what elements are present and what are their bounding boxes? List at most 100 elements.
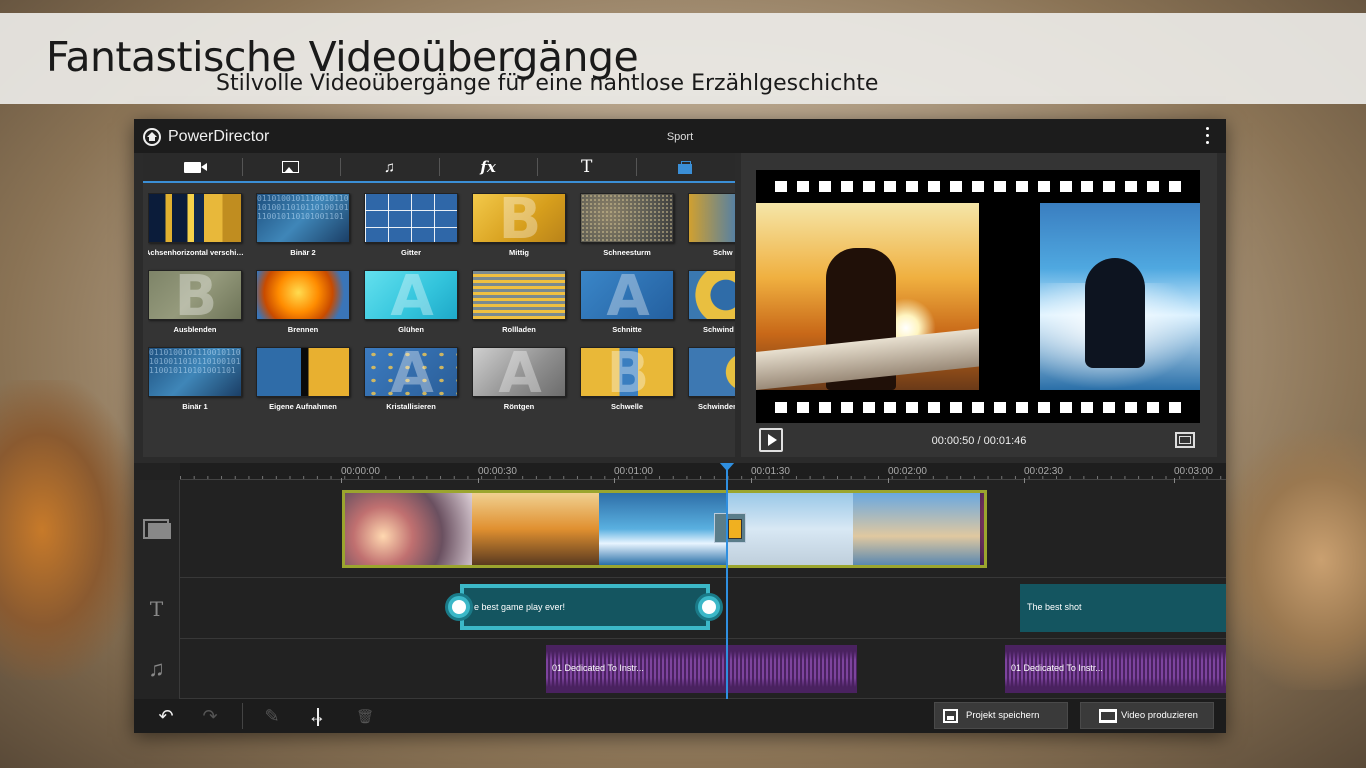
- transition-item[interactable]: 0110100101110010110101001101011010010111…: [256, 193, 352, 257]
- transition-item[interactable]: A Röntgen: [472, 347, 568, 411]
- title-bar: PowerDirector Sport: [134, 119, 1226, 153]
- image-track-icon: [142, 519, 171, 539]
- transition-thumbnail: [688, 347, 735, 397]
- tab-transitions[interactable]: [635, 153, 735, 181]
- fullscreen-icon[interactable]: [1175, 432, 1195, 448]
- transition-thumbnail: B: [472, 193, 566, 243]
- transition-item[interactable]: Schneesturm: [580, 193, 676, 257]
- save-project-label: Projekt speichern: [966, 710, 1040, 721]
- split-button[interactable]: [306, 705, 330, 727]
- transition-label: Schwind: [703, 325, 734, 334]
- transition-item[interactable]: Rollladen: [472, 270, 568, 334]
- text-icon: T: [581, 157, 593, 177]
- transition-label: Schwelle: [610, 402, 644, 411]
- transition-label: Ausblenden: [173, 325, 217, 334]
- film-sprockets-top: [756, 170, 1200, 202]
- transition-item[interactable]: Gitter: [364, 193, 460, 257]
- banner-subtitle: Stilvolle Videoübergänge für eine nahtlo…: [216, 71, 879, 96]
- track-header-video[interactable]: [134, 480, 180, 578]
- playhead[interactable]: [719, 463, 735, 699]
- transition-thumbnail: [148, 193, 242, 243]
- transition-item[interactable]: B Schwelle: [580, 347, 676, 411]
- transition-label: Schnitte: [612, 325, 642, 334]
- preview-frame-fisherman: [756, 203, 979, 390]
- tab-fx[interactable]: fx: [438, 153, 538, 181]
- transition-item[interactable]: Schwind: [688, 270, 735, 334]
- transition-thumbnail: [256, 270, 350, 320]
- timeline-ruler[interactable]: 00:00:00 00:00:30 00:01:00 00:01:30 00:0…: [180, 463, 1226, 483]
- timecode: 00:00:50 / 00:01:46: [931, 435, 1027, 447]
- transition-label: Gitter: [400, 248, 421, 257]
- transition-item[interactable]: Eigene Aufnahmen: [256, 347, 352, 411]
- transition-thumbnail: A: [580, 270, 674, 320]
- powerdirector-window: PowerDirector Sport ♫ fx T Achsenhorizon…: [134, 119, 1226, 733]
- transition-label: Brennen: [287, 325, 319, 334]
- bottom-toolbar: ↶ ↷ ✎ 🗑 Projekt speichern Video produzie…: [134, 699, 1226, 733]
- track-header-text[interactable]: T: [134, 578, 180, 639]
- timeline: 00:00:00 00:00:30 00:01:00 00:01:30 00:0…: [134, 463, 1226, 699]
- title-clip-selected[interactable]: e best game play ever!: [460, 584, 710, 630]
- transition-thumbnail: [472, 270, 566, 320]
- transition-item[interactable]: Achsenhorizontal verschie…: [148, 193, 245, 257]
- transition-thumbnail: 0110100101110010110101001101011010010111…: [148, 347, 242, 397]
- transition-item[interactable]: B Ausblenden: [148, 270, 244, 334]
- transition-item[interactable]: 0110100101110010110101001101011010010111…: [148, 347, 244, 411]
- audio-clip[interactable]: 01 Dedicated To Instr...: [1005, 645, 1226, 693]
- tab-video[interactable]: [143, 153, 242, 181]
- edit-button[interactable]: ✎: [260, 705, 284, 727]
- transition-item[interactable]: Schw: [688, 193, 735, 257]
- transition-icon: [678, 160, 693, 174]
- track-header-music[interactable]: ♫: [134, 639, 180, 699]
- transition-item[interactable]: A Schnitte: [580, 270, 676, 334]
- redo-button[interactable]: ↷: [198, 705, 222, 727]
- transition-thumbnail: [688, 193, 735, 243]
- transition-label: Rollladen: [502, 325, 536, 334]
- produce-video-button[interactable]: Video produzieren: [1080, 702, 1214, 729]
- transition-label: Kristallisieren: [386, 402, 436, 411]
- trim-handle-right[interactable]: [695, 593, 723, 621]
- transition-label: Mittig: [509, 248, 529, 257]
- tab-music[interactable]: ♫: [340, 153, 439, 181]
- save-project-button[interactable]: Projekt speichern: [934, 702, 1068, 729]
- transition-label: Schneesturm: [603, 248, 651, 257]
- transition-grid: Achsenhorizontal verschie… 0110100101110…: [148, 193, 735, 457]
- preview-frame-surfer: [1040, 203, 1200, 390]
- trim-handle-left[interactable]: [445, 593, 473, 621]
- music-icon: ♫: [383, 158, 396, 176]
- transition-item[interactable]: Brennen: [256, 270, 352, 334]
- transition-label: Binär 1: [182, 402, 208, 411]
- tab-text[interactable]: T: [537, 153, 636, 181]
- transition-item[interactable]: B Mittig: [472, 193, 568, 257]
- film-sprockets-bottom: [756, 391, 1200, 423]
- transition-thumbnail: [688, 270, 735, 320]
- transition-thumbnail: A: [472, 347, 566, 397]
- tab-image[interactable]: [241, 153, 341, 181]
- audio-clip[interactable]: 01 Dedicated To Instr...: [546, 645, 857, 693]
- transition-marker[interactable]: [714, 513, 746, 543]
- fx-icon: fx: [480, 158, 496, 176]
- transition-thumbnail: [580, 193, 674, 243]
- transition-item[interactable]: A Glühen: [364, 270, 460, 334]
- preview-screen: [756, 170, 1200, 423]
- video-icon: [183, 161, 207, 173]
- transition-thumbnail: A: [364, 347, 458, 397]
- transition-item[interactable]: Schwinden -: [688, 347, 735, 411]
- save-icon: [943, 708, 958, 723]
- text-track-icon: T: [149, 596, 164, 621]
- transition-label: Eigene Aufnahmen: [269, 402, 337, 411]
- produce-video-label: Video produzieren: [1121, 710, 1198, 721]
- promo-banner: Fantastische Videoübergänge Stilvolle Vi…: [0, 13, 1366, 104]
- delete-button[interactable]: 🗑: [353, 705, 377, 727]
- film-icon: [1099, 708, 1117, 723]
- music-track-icon: ♫: [148, 656, 165, 681]
- image-icon: [282, 161, 300, 173]
- undo-button[interactable]: ↶: [154, 705, 178, 727]
- more-vertical-icon[interactable]: [1206, 127, 1210, 147]
- video-clip[interactable]: [342, 490, 987, 568]
- transition-thumbnail: B: [148, 270, 242, 320]
- title-clip[interactable]: The best shot: [1020, 584, 1226, 632]
- media-library-panel: ♫ fx T Achsenhorizontal verschie… 011010…: [143, 153, 735, 457]
- transition-label: Binär 2: [290, 248, 316, 257]
- transition-item[interactable]: A Kristallisieren: [364, 347, 460, 411]
- transition-label: Glühen: [398, 325, 424, 334]
